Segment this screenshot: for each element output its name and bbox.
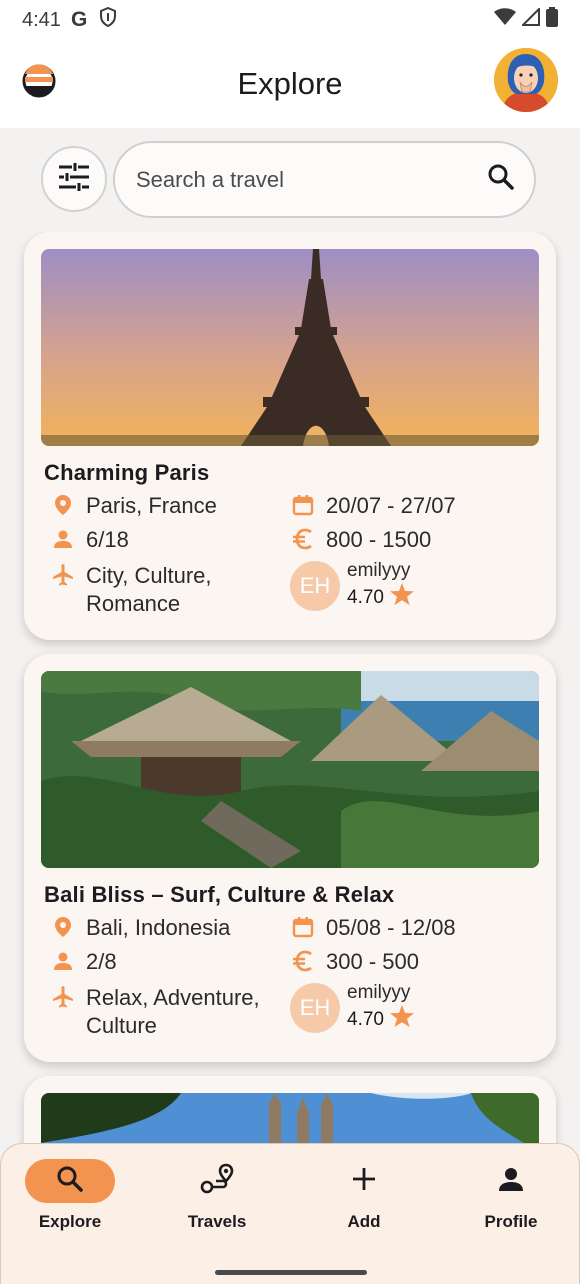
page-title: Explore	[237, 66, 343, 101]
travel-dates: 20/07 - 27/07	[292, 492, 456, 520]
travel-photo	[41, 249, 539, 446]
travel-dates: 05/08 - 12/08	[292, 914, 456, 942]
location-text: Paris, France	[86, 493, 217, 518]
host-info[interactable]: EH emilyyy 4.70	[290, 981, 414, 1034]
travel-photo	[41, 671, 539, 868]
person-icon	[498, 1166, 524, 1197]
host-username: emilyyy	[347, 560, 411, 581]
calendar-icon	[292, 916, 314, 938]
star-icon	[384, 1005, 414, 1034]
app-bar: Explore	[0, 40, 580, 128]
nav-explore[interactable]: Explore	[10, 1159, 130, 1232]
travel-card[interactable]: Bali Bliss – Surf, Culture & Relax Bali,…	[24, 654, 556, 1062]
status-icons	[494, 6, 558, 33]
travel-title: Bali Bliss – Surf, Culture & Relax	[44, 882, 395, 907]
bottom-navigation: Explore Travels Add Profile	[0, 1143, 580, 1284]
tags-line-2: Culture	[86, 1013, 157, 1038]
travel-tags: City, Culture, Romance	[52, 562, 212, 618]
tune-icon	[58, 162, 90, 196]
status-bar: 4:41 G	[0, 0, 580, 40]
status-time: 4:41	[22, 8, 61, 31]
host-info[interactable]: EH emilyyy 4.70	[290, 559, 414, 612]
people-text: 2/8	[86, 949, 117, 974]
user-avatar[interactable]	[494, 48, 558, 112]
search-icon	[57, 1166, 83, 1197]
nav-add-label: Add	[347, 1212, 381, 1231]
nav-explore-label: Explore	[38, 1212, 102, 1231]
plus-icon	[352, 1167, 376, 1196]
travel-card[interactable]: Charming Paris Paris, France 20/07 - 27/…	[24, 232, 556, 640]
route-icon	[199, 1163, 235, 1200]
travel-title: Charming Paris	[44, 460, 210, 485]
location-pin-icon	[52, 494, 74, 516]
nav-travels[interactable]: Travels	[157, 1159, 277, 1232]
dates-text: 05/08 - 12/08	[326, 915, 456, 940]
travel-location: Bali, Indonesia	[52, 914, 230, 942]
person-icon	[52, 950, 74, 972]
nav-explore-indicator[interactable]	[25, 1159, 115, 1203]
calendar-icon	[292, 494, 314, 516]
travel-photo	[41, 1093, 539, 1144]
tags-line-2: Romance	[86, 591, 181, 616]
travel-tags: Relax, Adventure, Culture	[52, 984, 260, 1040]
travel-location: Paris, France	[52, 492, 217, 520]
travel-people: 2/8	[52, 948, 117, 976]
price-text: 300 - 500	[326, 949, 419, 974]
euro-icon	[292, 950, 314, 972]
tags-line-1: Relax, Adventure,	[86, 985, 260, 1010]
battery-icon	[546, 7, 558, 33]
travel-card[interactable]	[24, 1076, 556, 1144]
host-avatar[interactable]: EH	[290, 982, 340, 1033]
airplane-icon	[52, 564, 74, 586]
rating-value: 4.70	[347, 1008, 384, 1030]
travel-price: 300 - 500	[292, 948, 419, 976]
person-icon	[52, 528, 74, 550]
shield-icon	[99, 6, 117, 33]
location-text: Bali, Indonesia	[86, 915, 231, 940]
home-indicator[interactable]	[215, 1270, 367, 1275]
euro-icon	[292, 528, 314, 550]
search-icon[interactable]	[488, 164, 514, 195]
host-rating: 4.70	[347, 583, 414, 612]
nav-profile[interactable]: Profile	[451, 1159, 571, 1232]
nav-travels-indicator[interactable]	[172, 1159, 262, 1203]
app-logo[interactable]	[22, 58, 56, 104]
host-rating: 4.70	[347, 1005, 414, 1034]
travel-price: 800 - 1500	[292, 526, 431, 554]
nav-travels-label: Travels	[187, 1212, 247, 1231]
search-bar[interactable]	[113, 141, 536, 218]
airplane-icon	[52, 986, 74, 1008]
nav-add-indicator[interactable]	[319, 1159, 409, 1203]
tags-line-1: City, Culture,	[86, 563, 212, 588]
travel-list[interactable]: Charming Paris Paris, France 20/07 - 27/…	[0, 232, 580, 1144]
travel-people: 6/18	[52, 526, 129, 554]
host-username: emilyyy	[347, 982, 411, 1003]
star-icon	[384, 583, 414, 612]
google-icon: G	[70, 8, 88, 31]
nav-profile-indicator[interactable]	[466, 1159, 556, 1203]
rating-value: 4.70	[347, 586, 384, 608]
wifi-icon	[494, 8, 516, 32]
price-text: 800 - 1500	[326, 527, 432, 552]
signal-icon	[520, 6, 540, 32]
host-avatar[interactable]: EH	[290, 560, 340, 611]
filter-button[interactable]	[41, 146, 107, 212]
location-pin-icon	[52, 916, 74, 938]
nav-add[interactable]: Add	[304, 1159, 424, 1232]
dates-text: 20/07 - 27/07	[326, 493, 456, 518]
nav-profile-label: Profile	[484, 1212, 538, 1231]
search-input[interactable]	[136, 166, 488, 193]
people-text: 6/18	[86, 527, 129, 552]
